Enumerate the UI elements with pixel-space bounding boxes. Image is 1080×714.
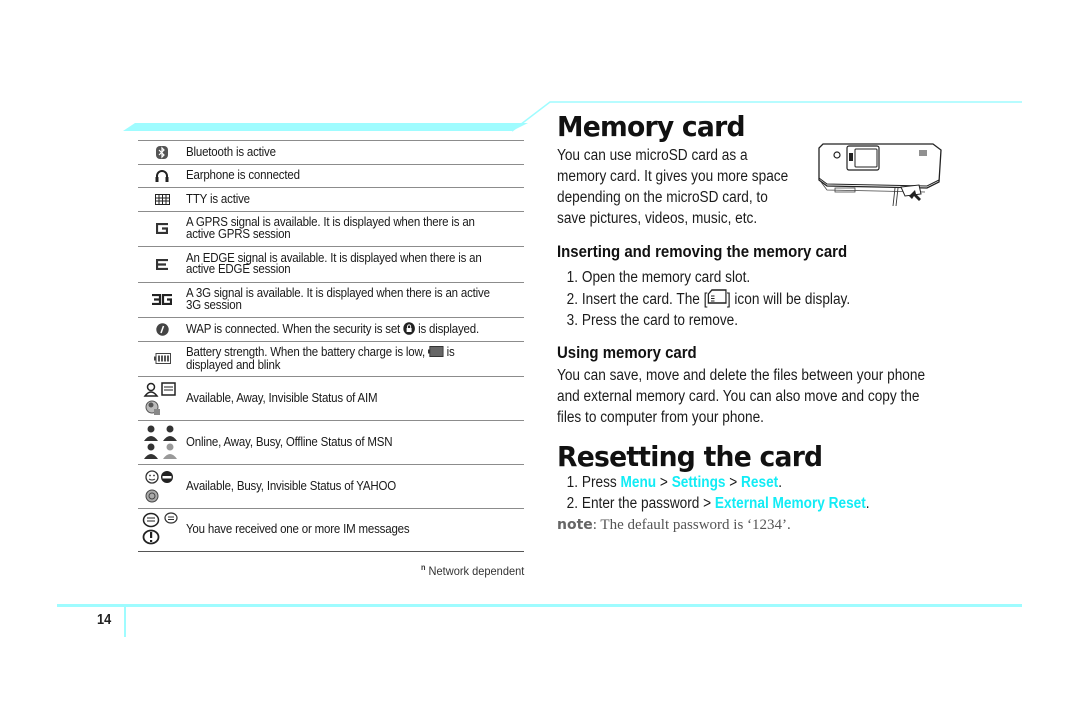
table-row: Available, Away, Invisible Status of AIM	[138, 376, 524, 420]
row-text: A 3G signal is available. It is displaye…	[186, 286, 490, 312]
step-item: 1. Press Menu > Settings > Reset.	[566, 473, 783, 491]
yahoo-status-icons	[138, 469, 186, 504]
page-number: 14	[97, 611, 112, 628]
bluetooth-icon	[138, 145, 186, 159]
password-note: note: The default password is ‘1234’.	[557, 516, 791, 533]
phone-memory-card-illustration	[818, 143, 942, 207]
gprs-icon	[138, 223, 186, 235]
table-row: A GPRS signal is available. It is displa…	[138, 210, 524, 247]
left-cyan-tab	[123, 123, 528, 131]
step-item: 2. Enter the password > External Memory …	[566, 495, 870, 513]
status-icon-table: Bluetooth is active Earphone is connecte…	[138, 140, 524, 552]
using-heading: Using memory card	[557, 342, 697, 362]
footnote-mark: n	[420, 563, 426, 572]
im-message-icons	[138, 512, 186, 548]
row-text: WAP is connected. When the security is s…	[186, 321, 479, 338]
aim-status-icons	[138, 381, 186, 416]
table-row: Battery strength. When the battery charg…	[138, 340, 524, 377]
page-number-divider	[124, 604, 126, 637]
table-row: An EDGE signal is available. It is displ…	[138, 246, 524, 282]
row-text: Online, Away, Busy, Offline Status of MS…	[186, 434, 393, 449]
row-text: TTY is active	[186, 191, 250, 206]
msn-status-icons	[138, 425, 186, 461]
reset-link[interactable]: Reset	[741, 474, 778, 491]
settings-link[interactable]: Settings	[672, 474, 726, 491]
3g-icon	[138, 294, 186, 306]
inserting-heading: Inserting and removing the memory card	[557, 242, 848, 261]
memory-card-icon	[707, 288, 727, 311]
row-text: Bluetooth is active	[186, 144, 276, 159]
row-text: Available, Away, Invisible Status of AIM	[186, 390, 378, 405]
table-row: Online, Away, Busy, Offline Status of MS…	[138, 420, 524, 464]
step-item: 1. Open the memory card slot.	[566, 269, 751, 286]
external-memory-reset-link[interactable]: External Memory Reset	[715, 495, 866, 512]
memory-card-intro: You can use microSD card as a memory car…	[557, 147, 789, 227]
using-body: You can save, move and delete the files …	[557, 366, 926, 426]
row-text: Earphone is connected	[186, 168, 300, 182]
edge-icon	[138, 258, 186, 270]
wap-icon	[138, 323, 186, 336]
menu-link[interactable]: Menu	[621, 474, 657, 491]
row-text: Battery strength. When the battery charg…	[186, 345, 455, 372]
table-row: TTY is active	[138, 187, 524, 211]
row-text: An EDGE signal is available. It is displ…	[186, 250, 482, 277]
row-text: You have received one or more IM message…	[186, 522, 410, 537]
battery-low-icon	[428, 346, 444, 360]
headphones-icon	[138, 169, 186, 183]
table-row: You have received one or more IM message…	[138, 508, 524, 552]
battery-icon	[138, 353, 186, 365]
table-row: Available, Busy, Invisible Status of YAH…	[138, 464, 524, 508]
lock-icon	[403, 321, 415, 338]
row-text: Available, Busy, Invisible Status of YAH…	[186, 478, 397, 493]
table-row: Earphone is connected	[138, 163, 524, 188]
step-item: 2. Insert the card. The [] icon will be …	[557, 288, 891, 311]
note-label: note	[557, 516, 593, 533]
step-item: 3. Press the card to remove.	[566, 312, 739, 330]
table-row: Bluetooth is active	[138, 140, 524, 164]
table-row: A 3G signal is available. It is displaye…	[138, 281, 524, 318]
footer-rule	[57, 604, 1022, 607]
row-text: A GPRS signal is available. It is displa…	[186, 215, 475, 241]
table-row: WAP is connected. When the security is s…	[138, 317, 524, 341]
resetting-title: Resetting the card	[557, 439, 823, 473]
network-dependent-footnote: n Network dependent	[420, 563, 524, 578]
tty-icon	[138, 193, 186, 205]
